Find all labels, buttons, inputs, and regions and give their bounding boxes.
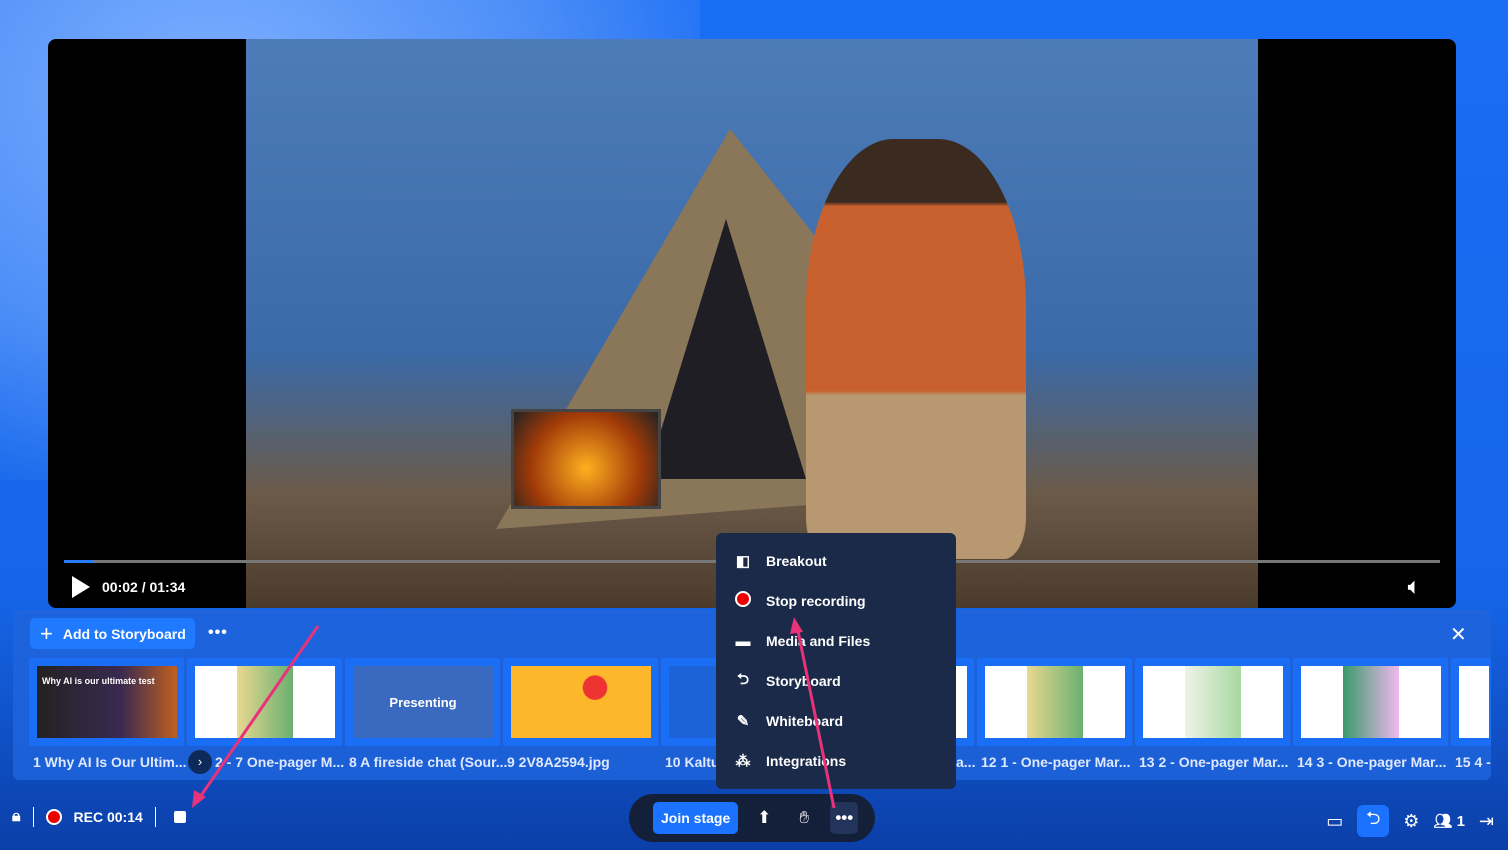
menu-label: Stop recording xyxy=(766,593,866,609)
stage-dock: Join stage ⬆ ✋︎ ••• xyxy=(629,794,875,842)
participants-icon[interactable]: 👥︎ 1 xyxy=(1433,812,1465,830)
share-upload-icon[interactable]: ⬆ xyxy=(750,802,778,834)
folder-icon: ▬ xyxy=(735,632,751,650)
leave-exit-icon[interactable]: ⇥ xyxy=(1479,811,1494,832)
thumb-image xyxy=(985,666,1125,738)
participant-count: 1 xyxy=(1456,813,1465,830)
menu-label: Breakout xyxy=(766,553,827,569)
item-label: 10 Kaltu xyxy=(665,754,720,770)
storyboard-item[interactable] xyxy=(503,658,658,746)
raise-hand-icon[interactable]: ✋︎ xyxy=(790,802,818,834)
item-label: 15 4 - xyxy=(1455,754,1491,770)
recording-timer: REC 00:14 xyxy=(73,809,143,825)
time-display: 00:02 / 01:34 xyxy=(102,579,186,595)
person xyxy=(806,139,1026,559)
storyboard-item[interactable] xyxy=(1451,658,1491,746)
storyboard-item[interactable] xyxy=(1135,658,1290,746)
menu-label: Integrations xyxy=(766,753,847,769)
play-icon[interactable] xyxy=(72,576,90,598)
item-label: 8 A fireside chat (Sour... xyxy=(349,754,508,770)
menu-item-stop-recording[interactable]: Stop recording xyxy=(716,581,956,621)
item-label: 1 Why AI Is Our Ultim... xyxy=(33,754,187,770)
video-player[interactable]: 00:02 / 01:34 🔈︎ xyxy=(48,39,1456,608)
menu-item-whiteboard[interactable]: ✎ Whiteboard xyxy=(716,701,956,741)
scroll-next-button[interactable]: › xyxy=(188,750,212,774)
plus-icon: + xyxy=(40,620,53,646)
item-label: 12 1 - One-pager Mar... xyxy=(981,754,1131,770)
storyboard-item[interactable] xyxy=(977,658,1132,746)
record-icon xyxy=(734,591,752,611)
recording-indicator-icon xyxy=(45,809,62,825)
storyboard-item[interactable]: Presenting xyxy=(345,658,500,746)
more-options-menu: ◧ Breakout Stop recording ▬ Media and File… xyxy=(716,533,956,789)
lock-icon[interactable]: 🔒︎ xyxy=(12,808,21,826)
item-label: 13 2 - One-pager Mar... xyxy=(1139,754,1289,770)
storyboard-toggle-icon[interactable]: ⮌ xyxy=(1357,805,1390,837)
laptop-fire xyxy=(511,409,661,509)
menu-item-media-files[interactable]: ▬ Media and Files xyxy=(716,621,956,661)
more-options-button[interactable]: ••• xyxy=(830,802,859,834)
thumb-image xyxy=(511,666,651,738)
seek-fill xyxy=(64,560,93,563)
whiteboard-icon: ✎ xyxy=(736,713,750,730)
menu-label: Storyboard xyxy=(766,673,841,689)
menu-item-integrations[interactable]: ⁂ Integrations xyxy=(716,741,956,781)
storyboard-item[interactable] xyxy=(187,658,342,746)
thumb-image xyxy=(1143,666,1283,738)
volume-icon[interactable]: 🔈︎ xyxy=(1408,576,1420,599)
storyboard-more-button[interactable]: ••• xyxy=(208,624,228,642)
join-stage-button[interactable]: Join stage xyxy=(653,802,739,834)
storyboard-item[interactable] xyxy=(1293,658,1448,746)
thumb-image xyxy=(195,666,335,738)
menu-label: Whiteboard xyxy=(766,713,843,729)
integrations-icon: ⁂ xyxy=(735,753,751,770)
storyboard-item[interactable]: Why AI is our ultimate test xyxy=(29,658,184,746)
add-to-storyboard-button[interactable]: + Add to Storyboard xyxy=(30,618,195,649)
item-label: a... xyxy=(956,754,976,770)
menu-item-storyboard[interactable]: ⮌ Storyboard xyxy=(716,661,956,701)
breakout-icon: ◧ xyxy=(735,553,751,570)
menu-item-breakout[interactable]: ◧ Breakout xyxy=(716,541,956,581)
player-controls: 00:02 / 01:34 xyxy=(72,576,185,598)
close-storyboard-button[interactable]: ✕ xyxy=(1450,622,1467,647)
item-label: 9 2V8A2594.jpg xyxy=(507,754,610,770)
thumb-image xyxy=(1301,666,1441,738)
add-label: Add to Storyboard xyxy=(62,625,186,642)
settings-gear-icon[interactable]: ⚙ xyxy=(1403,811,1419,832)
thumb-image xyxy=(1459,666,1489,738)
menu-label: Media and Files xyxy=(766,633,871,649)
layout-icon[interactable]: ▭ xyxy=(1326,811,1343,832)
item-label: 14 3 - One-pager Mar... xyxy=(1297,754,1447,770)
divider xyxy=(32,807,34,827)
item-label: 2 - 7 One-pager M... xyxy=(215,754,345,770)
bottom-toolbar: 🔒︎ REC 00:14 Join stage ⬆ ✋︎ ••• ▭ ⮌ ⚙ 👥… xyxy=(0,790,1508,850)
thumb-image: Why AI is our ultimate test xyxy=(37,666,177,738)
storyboard-icon: ⮌ xyxy=(736,670,749,688)
thumb-image: Presenting xyxy=(353,666,493,738)
stop-recording-button[interactable] xyxy=(173,811,186,823)
divider xyxy=(154,807,156,827)
video-frame xyxy=(246,39,1258,608)
